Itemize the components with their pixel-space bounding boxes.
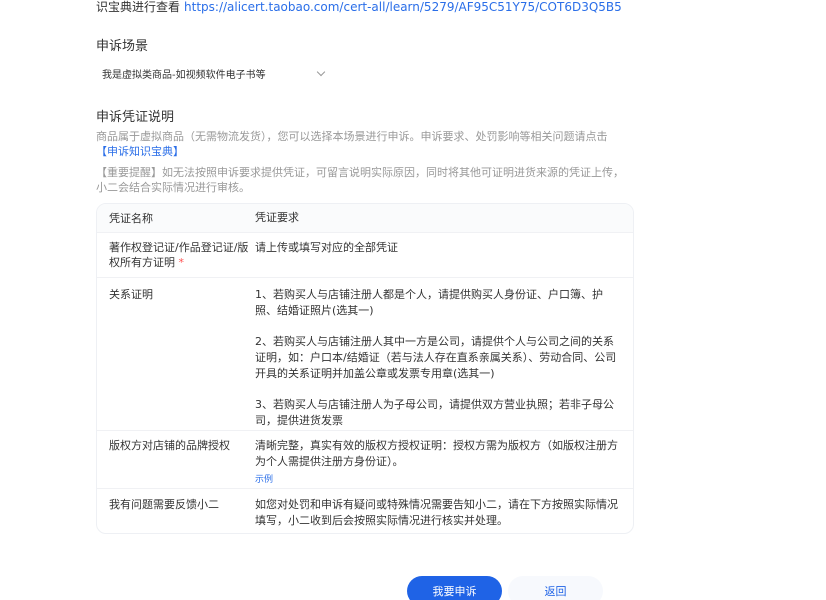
- required-star: *: [178, 256, 185, 269]
- row-name: 版权方对店铺的品牌授权: [109, 439, 230, 452]
- scene-title: 申诉场景: [96, 39, 149, 54]
- row-req: 清晰完整，真实有效的版权方授权证明：授权方需为版权方（如版权注册方为个人需提供注…: [255, 438, 633, 488]
- learn-link[interactable]: https://alicert.taobao.com/cert-all/lear…: [184, 0, 622, 14]
- row-req: 如您对处罚和申诉有疑问或特殊情况需要告知小二，请在下方按照实际情况填写，小二收到…: [255, 498, 618, 527]
- evidence-desc-text: 商品属于虚拟商品（无需物流发货），您可以选择本场景进行申诉。申诉要求、处罚影响等…: [96, 129, 626, 159]
- row-name: 我有问题需要反馈小二: [109, 498, 219, 511]
- row-req: 请上传或填写对应的全部凭证: [255, 241, 398, 254]
- req-item-2: 2、若购买人与店铺注册人其中一方是公司，请提供个人与公司之间的关系证明，如：户口…: [255, 335, 617, 380]
- header-name: 凭证名称: [109, 211, 153, 225]
- evidence-desc-line1: 商品属于虚拟商品（无需物流发货），您可以选择本场景进行申诉。申诉要求、处罚影响等…: [96, 130, 608, 143]
- knowledge-link[interactable]: 【申诉知识宝典】: [96, 145, 184, 158]
- req-item-1: 1、若购买人与店铺注册人都是个人，请提供购买人身份证、户口簿、护照、结婚证照片(…: [255, 288, 603, 317]
- table-row: 版权方对店铺的品牌授权 清晰完整，真实有效的版权方授权证明：授权方需为版权方（如…: [97, 430, 633, 488]
- table-row: 著作权登记证/作品登记证/版权所有方证明 * 请上传或填写对应的全部凭证: [97, 232, 633, 277]
- scene-select[interactable]: 我是虚拟类商品-如视频软件电子书等: [96, 60, 336, 86]
- evidence-table: 凭证名称 凭证要求 著作权登记证/作品登记证/版权所有方证明 * 请上传或填写对…: [96, 203, 634, 534]
- important-reminder: 【重要提醒】如无法按照申诉要求提供凭证，可留言说明实际原因，同时将其他可证明进货…: [96, 166, 624, 194]
- row-req: 1、若购买人与店铺注册人都是个人，请提供购买人身份证、户口簿、护照、结婚证照片(…: [255, 287, 633, 430]
- example-link[interactable]: 示例: [255, 472, 621, 488]
- chevron-down-icon: [316, 67, 326, 76]
- req-item-3: 3、若购买人与店铺注册人为子母公司，请提供双方营业执照；若非子母公司，提供进货发…: [255, 398, 614, 427]
- table-row: 关系证明 1、若购买人与店铺注册人都是个人，请提供购买人身份证、户口簿、护照、结…: [97, 277, 633, 430]
- submit-appeal-button[interactable]: 我要申诉: [407, 576, 502, 600]
- table-row: 我有问题需要反馈小二 如您对处罚和申诉有疑问或特殊情况需要告知小二，请在下方按照…: [97, 488, 633, 533]
- row-name: 著作权登记证/作品登记证/版权所有方证明 *: [97, 240, 255, 277]
- evidence-desc-title: 申诉凭证说明: [96, 110, 175, 125]
- top-link-prefix: 识宝典进行查看: [96, 0, 181, 14]
- table-header: 凭证名称 凭证要求: [97, 204, 633, 232]
- row-req-text: 清晰完整，真实有效的版权方授权证明：授权方需为版权方（如版权注册方为个人需提供注…: [255, 439, 618, 468]
- top-link-line: 识宝典进行查看 https://alicert.taobao.com/cert-a…: [96, 0, 622, 15]
- row-name: 关系证明: [109, 288, 153, 301]
- header-req: 凭证要求: [255, 211, 299, 224]
- scene-select-value: 我是虚拟类商品-如视频软件电子书等: [102, 69, 266, 81]
- back-button[interactable]: 返回: [508, 576, 603, 600]
